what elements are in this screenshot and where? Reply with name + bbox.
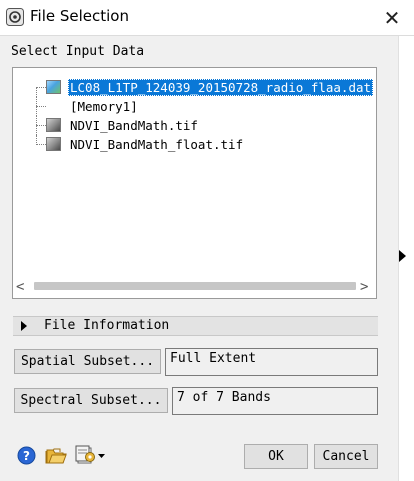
spatial-subset-value: Full Extent xyxy=(165,348,378,376)
expand-panel-arrow-icon[interactable] xyxy=(399,250,406,262)
scroll-left-icon[interactable]: < xyxy=(16,279,24,295)
help-icon[interactable]: ? xyxy=(17,446,36,465)
close-icon[interactable]: ✕ xyxy=(375,4,409,32)
grayscale-raster-icon xyxy=(46,137,61,151)
list-item[interactable]: NDVI_BandMath.tif xyxy=(13,116,376,135)
tree-connector xyxy=(36,125,46,126)
color-raster-icon xyxy=(46,80,61,94)
list-item[interactable]: NDVI_BandMath_float.tif xyxy=(13,135,376,154)
tree-connector xyxy=(36,106,46,107)
list-item[interactable]: [Memory1] xyxy=(13,97,376,116)
tree-connector xyxy=(36,87,37,97)
list-item-label: [Memory1] xyxy=(70,99,138,114)
grayscale-raster-icon xyxy=(46,118,61,132)
list-item-label: NDVI_BandMath_float.tif xyxy=(70,137,244,152)
tree-connector xyxy=(36,144,46,145)
input-file-list[interactable]: LC08_L1TP_124039_20150728_radio_flaa.dat… xyxy=(12,67,377,299)
app-icon xyxy=(6,8,24,26)
ok-button[interactable]: OK xyxy=(244,444,308,469)
open-folder-icon[interactable] xyxy=(45,445,67,465)
file-information-label: File Information xyxy=(44,318,170,333)
spectral-subset-value: 7 of 7 Bands xyxy=(172,387,378,415)
scroll-right-icon[interactable]: > xyxy=(360,279,368,295)
spectral-subset-button[interactable]: Spectral Subset... xyxy=(14,388,168,413)
window-title: File Selection xyxy=(30,7,129,25)
expand-arrow-icon[interactable] xyxy=(21,321,27,331)
svg-text:?: ? xyxy=(23,449,30,463)
title-separator xyxy=(0,35,414,36)
list-item[interactable]: LC08_L1TP_124039_20150728_radio_flaa.dat xyxy=(13,78,376,97)
list-item-label: NDVI_BandMath.tif xyxy=(70,118,198,133)
spatial-subset-button[interactable]: Spatial Subset... xyxy=(14,349,161,374)
options-menu-icon[interactable] xyxy=(75,445,107,465)
tree-connector xyxy=(36,87,46,88)
cancel-button[interactable]: Cancel xyxy=(314,444,378,469)
select-input-label: Select Input Data xyxy=(11,44,145,59)
list-item-label: LC08_L1TP_124039_20150728_radio_flaa.dat xyxy=(68,79,374,96)
scrollbar-thumb[interactable] xyxy=(34,282,356,290)
